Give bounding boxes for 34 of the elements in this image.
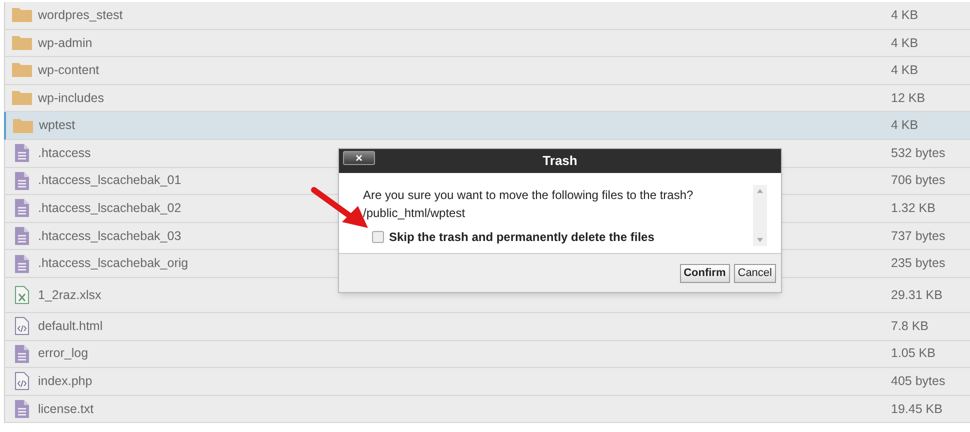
confirm-message: Are you sure you want to move the following files to the trash? [363, 187, 694, 204]
file-size: 1.05 KB [891, 345, 936, 362]
file-name: wp-content [38, 62, 100, 80]
file-size: 4 KB [891, 117, 920, 134]
skip-trash-label: Skip the trash and permanently delete the files [389, 229, 654, 246]
file-size: 405 bytes [891, 373, 946, 390]
file-name: default.html [38, 318, 103, 335]
file-name: wp-includes [38, 90, 104, 107]
dialog-title: Trash [542, 152, 578, 170]
file-size: 29.31 KB [891, 286, 944, 304]
file-size: 1.32 KB [891, 200, 936, 218]
file-size: 4 KB [891, 62, 920, 80]
file-name: .htaccess_lscachebak_02 [38, 200, 182, 218]
file-size: 12 KB [891, 90, 926, 107]
file-name: wordpres_stest [38, 6, 123, 24]
file-path: /public_html/wptest [363, 205, 466, 222]
file-size: 532 bytes [891, 144, 946, 162]
file-name: .htaccess [38, 144, 91, 162]
file-size: 706 bytes [891, 172, 946, 190]
file-name: wp-admin [38, 34, 92, 52]
file-name: error_log [38, 345, 88, 362]
file-name: .htaccess_lscachebak_03 [38, 228, 182, 245]
file-name: license.txt [38, 400, 94, 418]
file-name: wptest [39, 117, 76, 134]
file-name: .htaccess_lscachebak_01 [38, 172, 182, 190]
file-name: .htaccess_lscachebak_orig [38, 255, 188, 272]
file-size: 19.45 KB [891, 400, 944, 418]
file-name: 1_2raz.xlsx [38, 286, 102, 304]
file-size: 235 bytes [891, 255, 946, 272]
file-name: index.php [38, 373, 92, 390]
file-size: 4 KB [891, 6, 920, 24]
file-size: 737 bytes [891, 228, 946, 245]
file-size: 7.8 KB [891, 318, 930, 335]
file-size: 4 KB [891, 34, 920, 52]
